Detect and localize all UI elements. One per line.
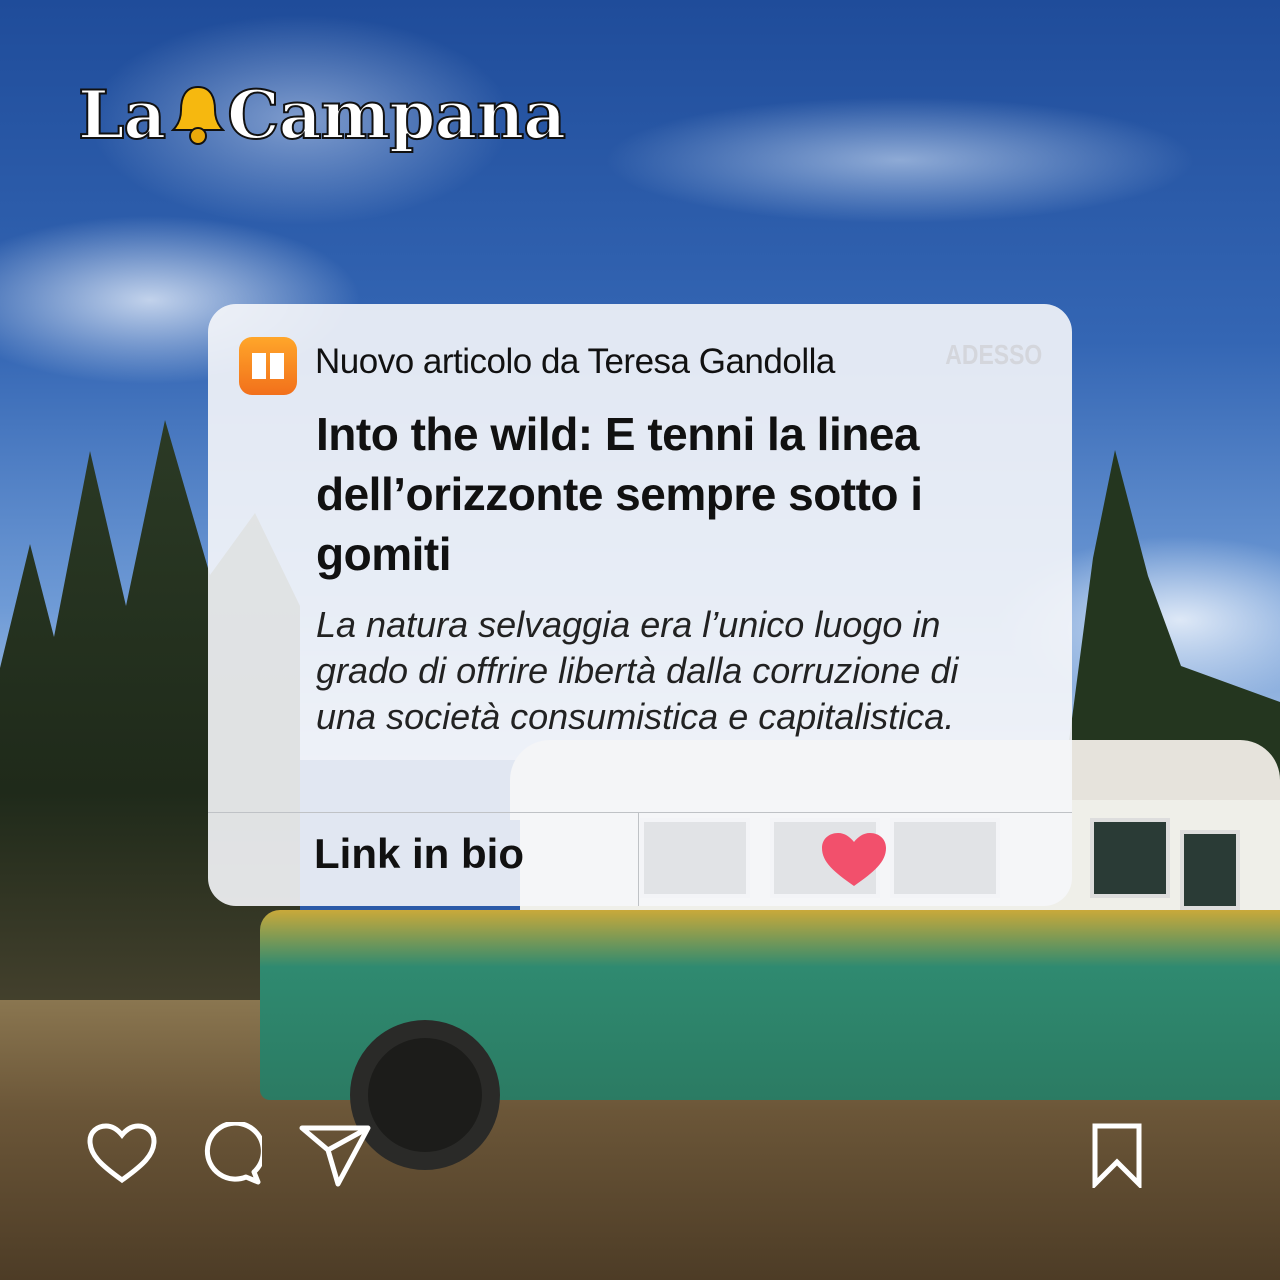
notification-card[interactable]: Nuovo articolo da Teresa Gandolla ADESSO… xyxy=(208,304,1072,906)
books-icon xyxy=(239,337,297,395)
notification-sender: Nuovo articolo da Teresa Gandolla xyxy=(315,342,835,381)
logo-text-left: La xyxy=(77,75,167,155)
comment-icon[interactable] xyxy=(198,1122,262,1186)
logo: La Campana xyxy=(77,75,567,155)
bookmark-icon[interactable] xyxy=(1090,1122,1144,1188)
divider-vertical xyxy=(638,812,639,906)
notification-title: Into the wild: E tenni la linea dell’ori… xyxy=(316,408,923,580)
send-icon[interactable] xyxy=(298,1122,372,1188)
link-in-bio-button[interactable]: Link in bio xyxy=(314,830,524,878)
bell-icon xyxy=(171,85,226,145)
like-heart-icon[interactable] xyxy=(86,1122,158,1184)
notification-summary: La natura selvaggia era l’unico luogo in… xyxy=(316,604,959,737)
notification-time: ADESSO xyxy=(945,339,1042,370)
divider xyxy=(208,812,1072,813)
logo-text-right: Campana xyxy=(226,75,567,155)
heart-icon[interactable] xyxy=(820,832,888,888)
